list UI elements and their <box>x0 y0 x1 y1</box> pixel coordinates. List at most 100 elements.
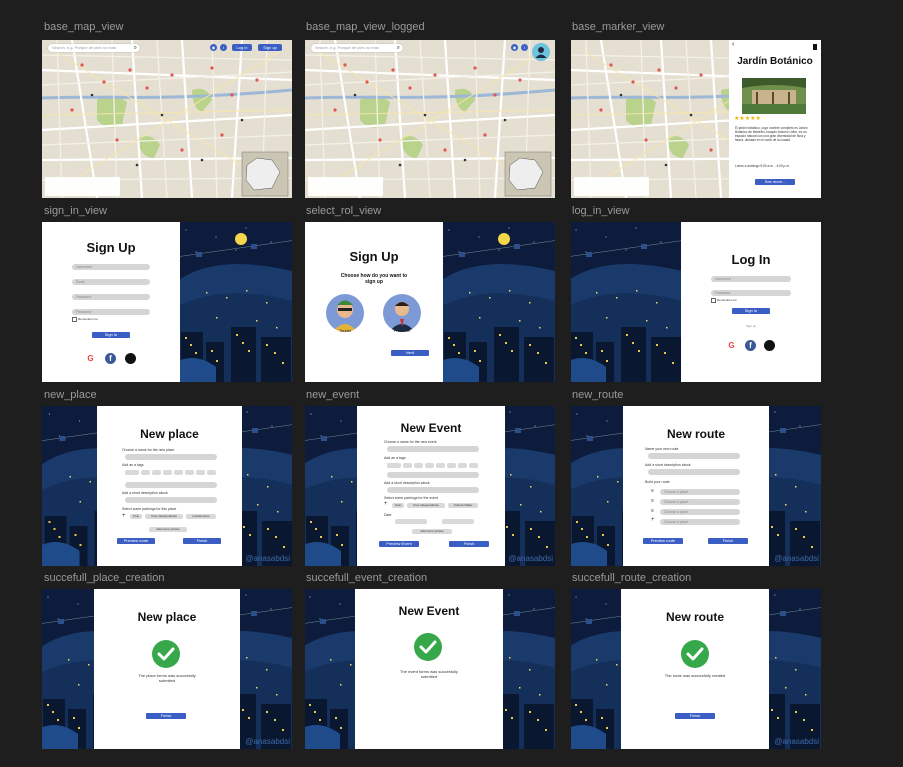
frame-new-place: New place Choose a name for the new plac… <box>42 406 292 566</box>
tag-chip[interactable] <box>185 470 194 475</box>
back-arrow-icon[interactable]: ‹ <box>732 41 734 48</box>
night-city-illustration <box>571 222 681 382</box>
email-field[interactable]: Email <box>72 279 150 285</box>
tag-chip[interactable] <box>174 470 183 475</box>
next-button[interactable]: Next <box>391 350 429 356</box>
google-icon[interactable]: G <box>85 353 96 364</box>
map[interactable] <box>42 40 292 198</box>
sign-in-button[interactable]: Sign In <box>732 308 770 314</box>
add-photos-button[interactable]: Add some photos <box>412 529 452 534</box>
finish-button[interactable]: Finish <box>675 713 715 719</box>
sign-in-button[interactable]: Sign In <box>92 332 130 338</box>
tag-chip[interactable] <box>469 463 478 468</box>
tag-chip[interactable] <box>125 470 139 475</box>
tag-chip[interactable] <box>196 470 205 475</box>
facebook-icon[interactable]: f <box>745 340 756 351</box>
remember-checkbox[interactable] <box>72 317 77 322</box>
info-icon[interactable]: i <box>521 44 528 51</box>
tag-input-field[interactable] <box>387 472 479 478</box>
success-title: New place <box>137 610 197 624</box>
password-field[interactable]: Password <box>72 294 150 300</box>
parking-chip-3[interactable]: Lanzamiento <box>186 514 216 519</box>
signup-link[interactable]: Sign up <box>681 324 821 328</box>
promotor-avatar[interactable] <box>383 294 421 332</box>
description-field[interactable] <box>387 487 479 493</box>
see-more-button[interactable]: See more... <box>755 179 795 185</box>
google-icon[interactable]: G <box>726 340 737 351</box>
map[interactable] <box>571 40 729 198</box>
preview-button[interactable]: Preview route <box>117 538 155 544</box>
tag-chip[interactable] <box>436 463 445 468</box>
parking-chip-2[interactable]: Cine independiente <box>407 503 445 508</box>
watermark: @anasabdsi <box>245 554 290 563</box>
finish-button[interactable]: Finish <box>146 713 186 719</box>
preview-button[interactable]: Preview route <box>643 538 683 544</box>
description-field[interactable] <box>648 469 740 475</box>
confirm-password-field[interactable]: Password <box>72 309 150 315</box>
tag-chip[interactable] <box>387 463 401 468</box>
apple-icon[interactable] <box>125 353 136 364</box>
description-field[interactable] <box>125 497 217 503</box>
tags-label: Add an a tags <box>384 456 406 460</box>
finish-button[interactable]: Finish <box>449 541 489 547</box>
info-icon[interactable]: i <box>220 44 227 51</box>
start-date-field[interactable] <box>395 519 427 524</box>
facebook-icon[interactable]: f <box>105 353 116 364</box>
frame-base-marker-view: ‹ Jardín Botánico ★★★★★ El jardín botáni… <box>571 40 821 198</box>
frame-label-new-route: new_route <box>572 389 624 401</box>
add-parking-icon[interactable]: + <box>122 513 126 519</box>
password-field[interactable]: Password <box>711 290 791 296</box>
drag-handle-icon[interactable]: ≡ <box>651 498 654 504</box>
drag-handle-icon[interactable]: ≡ <box>651 508 654 514</box>
parking-chip-1[interactable]: Cine <box>130 514 142 519</box>
parking-chip-2[interactable]: Cine independiente <box>145 514 183 519</box>
tag-chip[interactable] <box>141 470 150 475</box>
map-graphic <box>305 40 555 198</box>
parking-chip-1[interactable]: Cine <box>392 503 404 508</box>
end-date-field[interactable] <box>442 519 474 524</box>
tag-chip[interactable] <box>207 470 216 475</box>
tag-chip[interactable] <box>152 470 161 475</box>
tourist-avatar[interactable] <box>326 294 364 332</box>
route-stop-2[interactable]: Choose a place <box>660 499 740 505</box>
login-button[interactable]: Log in <box>232 44 252 51</box>
username-field[interactable]: Username <box>711 276 791 282</box>
add-photos-button[interactable]: Add some photos <box>149 527 187 532</box>
tag-chip[interactable] <box>403 463 412 468</box>
watermark: @anasabdsi <box>774 737 819 746</box>
place-name-field[interactable] <box>125 454 217 460</box>
search-input[interactable]: Search, e.g. Parque de pies no mas ⌕ <box>311 44 403 52</box>
tag-chip[interactable] <box>414 463 423 468</box>
apple-icon[interactable] <box>764 340 775 351</box>
route-stop-4[interactable]: Choose a place <box>660 519 740 525</box>
remember-checkbox[interactable] <box>711 298 716 303</box>
tag-input-field[interactable] <box>125 482 217 488</box>
route-stop-1[interactable]: Choose a place <box>660 489 740 495</box>
search-input[interactable]: Search, e.g. Parque de pies no mas ⌕ <box>48 44 140 52</box>
username-field[interactable]: Username <box>72 264 150 270</box>
finish-button[interactable]: Finish <box>708 538 748 544</box>
add-parking-icon[interactable]: + <box>384 501 388 507</box>
search-icon: ⌕ <box>396 45 400 51</box>
tag-chip[interactable] <box>447 463 456 468</box>
frame-label-base-map-view: base_map_view <box>44 21 124 33</box>
route-stop-3[interactable]: Choose a place <box>660 509 740 515</box>
parking-chip-3[interactable]: Cultura Otaku <box>448 503 478 508</box>
preview-button[interactable]: Preview Event <box>379 541 419 547</box>
frame-label-succefull-event-creation: succefull_event_creation <box>306 572 428 584</box>
add-stop-icon[interactable]: + <box>651 517 655 523</box>
tag-chip[interactable] <box>163 470 172 475</box>
tag-chip[interactable] <box>425 463 434 468</box>
route-name-field[interactable] <box>648 453 740 459</box>
bookmark-icon[interactable] <box>813 44 817 50</box>
tag-chip[interactable] <box>458 463 467 468</box>
filter-icon[interactable]: ◉ <box>511 44 518 51</box>
map[interactable] <box>305 40 555 198</box>
event-name-field[interactable] <box>387 446 479 452</box>
filter-icon[interactable]: ◉ <box>210 44 217 51</box>
search-placeholder: Search, e.g. Parque de pies no mas <box>315 45 379 50</box>
user-avatar-icon[interactable] <box>532 43 550 61</box>
signup-button[interactable]: Sign up <box>258 44 282 51</box>
drag-handle-icon[interactable]: ≡ <box>651 488 654 494</box>
finish-button[interactable]: Finish <box>183 538 221 544</box>
